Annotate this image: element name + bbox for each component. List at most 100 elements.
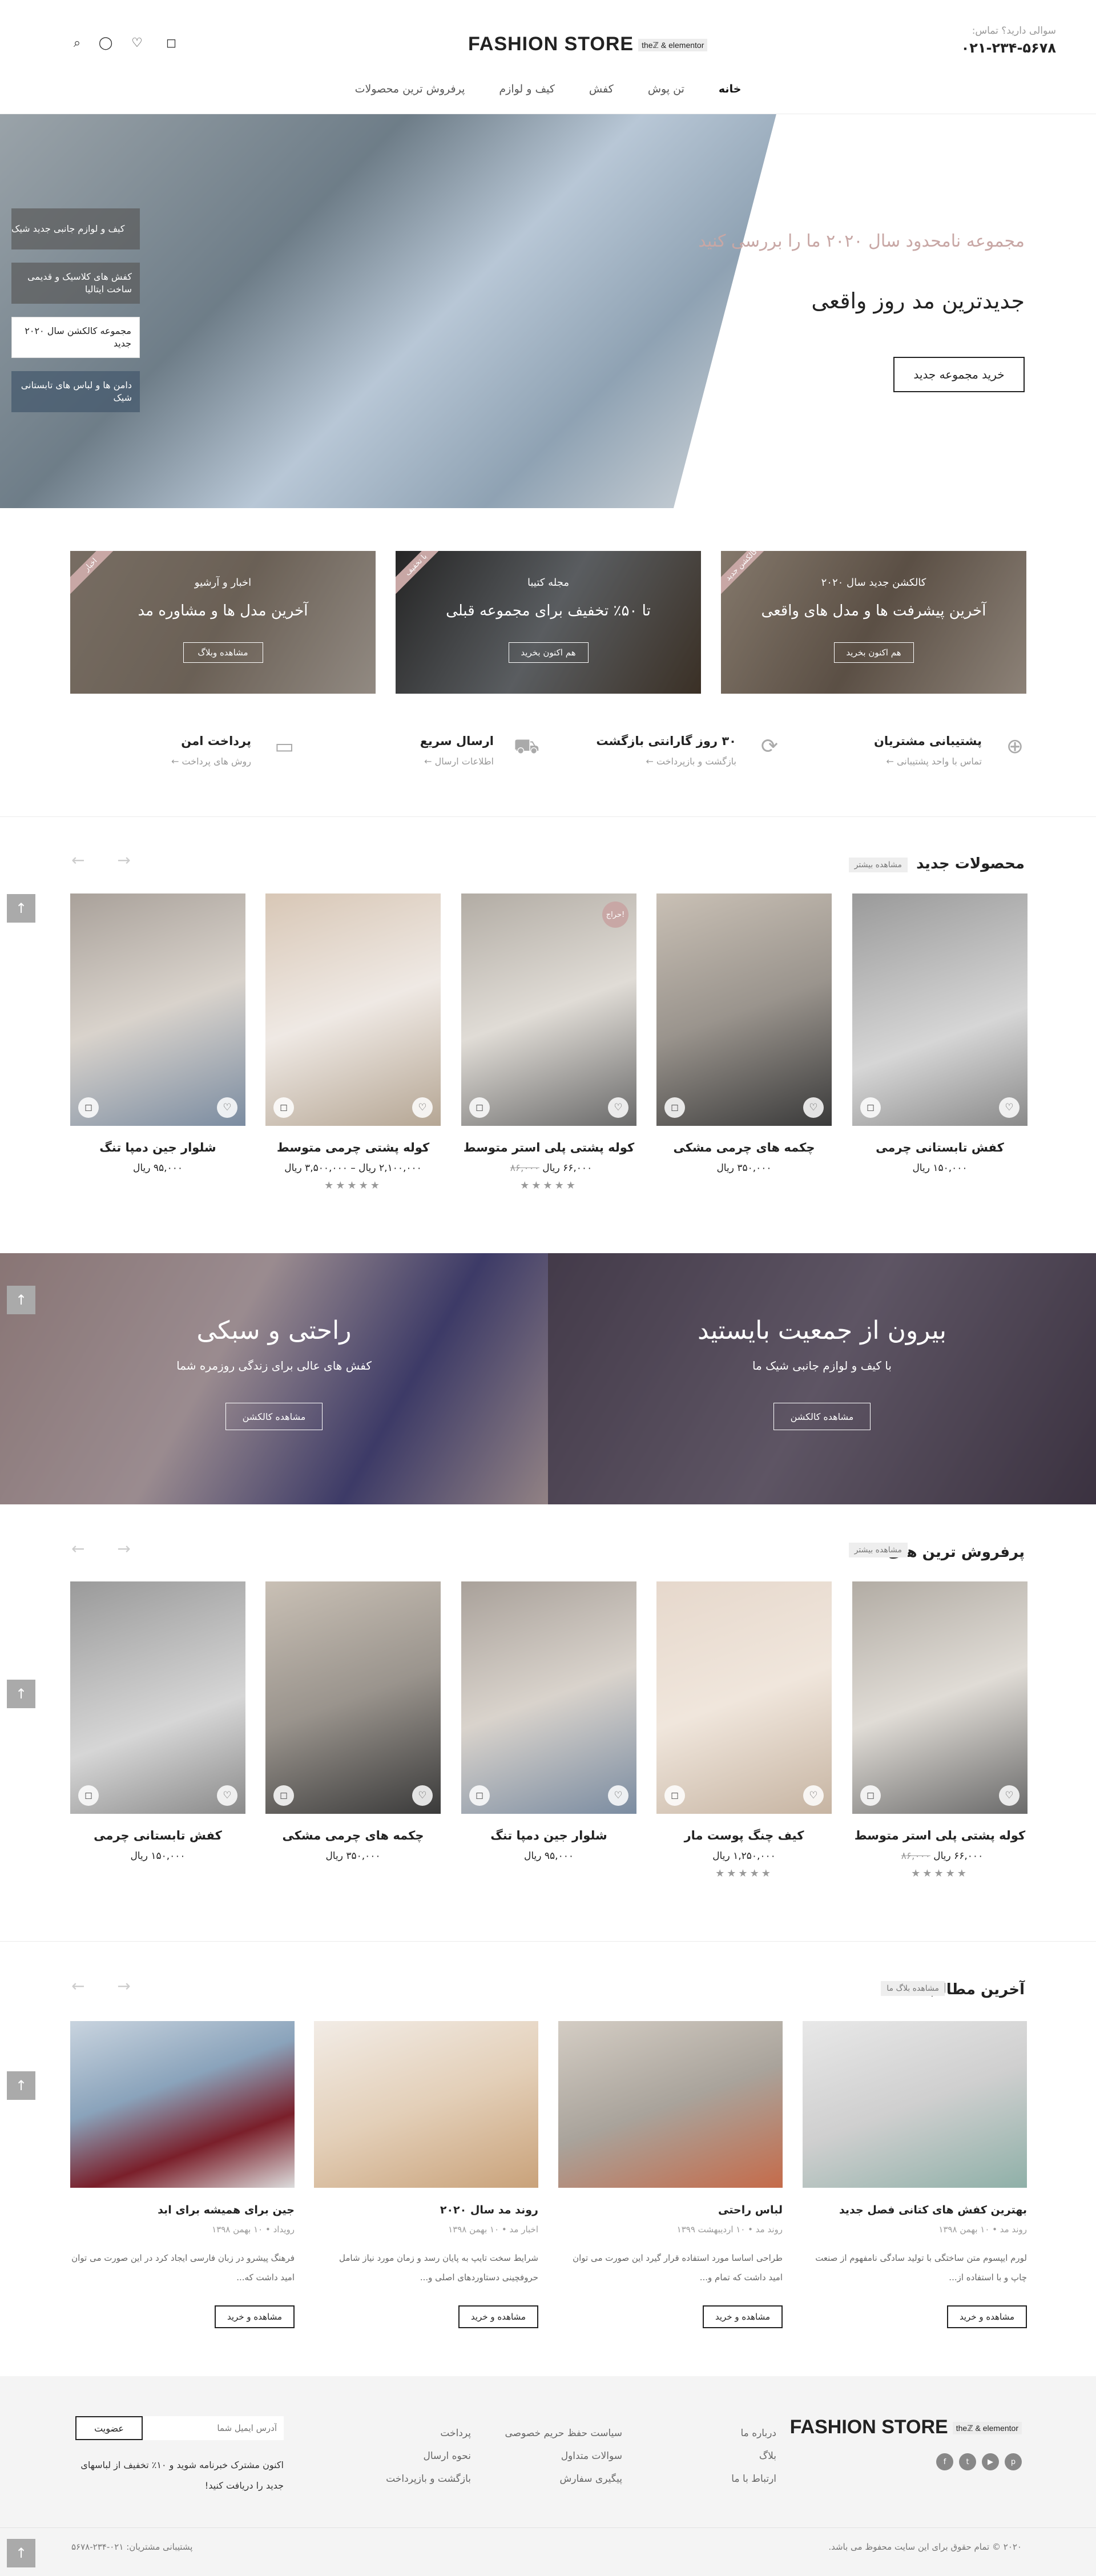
heart-icon[interactable]: ♡ [999,1785,1020,1806]
post-image[interactable] [314,2021,538,2188]
footer-link[interactable]: درباره ما [731,2422,777,2445]
footer-link[interactable]: بلاگ [731,2445,776,2468]
carousel-arrows[interactable]: ← → [71,1539,144,1558]
heart-icon[interactable]: ♡ [412,1785,433,1806]
read-more-button[interactable]: مشاهده و خرید [703,2305,783,2328]
product-name[interactable]: چکمه های چرمی مشکی [656,1141,832,1154]
product-image[interactable]: ◻ ♡ [70,1581,245,1814]
footer-link[interactable]: ارتباط با ما [731,2468,776,2490]
product-image[interactable]: ◻ ♡ [461,1581,636,1814]
product-card[interactable]: ◻ ♡ کوله پشتی پلی استر متوسط ۶۶,۰۰۰ ریال… [852,1581,1028,1879]
product-image[interactable]: ◻ ♡ [265,893,441,1126]
product-card[interactable]: ◻ ♡ چکمه های چرمی مشکی ۳۵۰,۰۰۰ ریال [265,1581,441,1862]
call-number[interactable]: ۰۲۱-۲۳۴-۵۶۷۸ [961,40,1056,56]
twitter-icon[interactable]: t [959,2453,976,2470]
post-image[interactable] [803,2021,1027,2188]
heart-icon[interactable]: ♡ [217,1785,237,1806]
search-icon[interactable]: ⌕ [66,31,88,54]
product-name[interactable]: کوله پشتی پلی استر متوسط [461,1141,636,1154]
product-name[interactable]: شلوار جین دمپا تنگ [70,1141,245,1154]
product-name[interactable]: چکمه های چرمی مشکی [265,1829,441,1842]
cart-icon[interactable]: ◻ [469,1785,490,1806]
product-card[interactable]: ◻ ♡ شلوار جین دمپا تنگ ۹۵,۰۰۰ ریال [70,893,245,1174]
heart-icon[interactable]: ♡ [803,1097,824,1118]
cart-icon[interactable]: ◻ [469,1097,490,1118]
scroll-top-button[interactable]: ↑ [7,1286,35,1314]
youtube-icon[interactable]: ▶ [982,2453,999,2470]
read-more-button[interactable]: مشاهده و خرید [947,2305,1027,2328]
slide-tab-3[interactable]: مجموعه کالکشن سال ۲۰۲۰ جدید [11,317,140,358]
cart-icon[interactable]: ◻ [860,1785,881,1806]
footer-link[interactable]: نحوه ارسال [386,2445,471,2468]
promo-card[interactable]: با تخفیف مجله کتیبا تا ۵۰٪ تخفیف برای مج… [396,551,701,694]
nav-item-shoes[interactable]: کفش [589,83,614,95]
shop-new-collection-button[interactable]: خرید مجموعه جدید [893,357,1025,392]
slide-tab-4[interactable]: دامن ها و لباس های تابستانی شیک [11,371,140,412]
cart-icon[interactable]: ◻ [664,1097,685,1118]
post-title[interactable]: بهترین کفش های کتانی فصل جدید [803,2204,1027,2216]
promo-card[interactable]: اخبار اخبار و آرشیو آخرین مدل ها و مشاور… [70,551,376,694]
product-name[interactable]: کفش تابستانی چرمی [70,1829,245,1842]
banner-button[interactable]: مشاهده کالکشن [225,1403,323,1430]
user-icon[interactable]: ◯ [94,31,117,54]
scroll-top-button[interactable]: ↑ [7,2539,35,2567]
product-card[interactable]: ◻ ♡ کوله پشتی چرمی متوسط ۲,۱۰۰,۰۰۰ ریال … [265,893,441,1192]
cart-icon[interactable]: ◻ [273,1097,294,1118]
read-more-button[interactable]: مشاهده و خرید [458,2305,538,2328]
promo-card[interactable]: کالکشن جدید کالکشن جدید سال ۲۰۲۰ آخرین پ… [721,551,1026,694]
heart-icon[interactable]: ♡ [608,1785,628,1806]
product-card[interactable]: ◻ ♡ کفش تابستانی چرمی ۱۵۰,۰۰۰ ریال [70,1581,245,1862]
cart-icon[interactable]: ◻ [273,1785,294,1806]
product-image[interactable]: ◻ ♡ [852,1581,1028,1814]
product-name[interactable]: شلوار جین دمپا تنگ [461,1829,636,1842]
scroll-top-button[interactable]: ↑ [7,2071,35,2100]
product-name[interactable]: کوله پشتی چرمی متوسط [265,1141,441,1154]
post-image[interactable] [70,2021,295,2188]
product-image[interactable]: ◻ ♡ [852,893,1028,1126]
blog-post[interactable]: بهترین کفش های کتانی فصل جدید روند مد • … [803,2021,1027,2328]
feature-link[interactable]: روش های پرداخت ← [171,756,251,767]
nav-item-bags[interactable]: کیف و لوازم [499,83,555,95]
slide-tab-1[interactable]: کیف و لوازم جانبی جدید شیک [11,208,140,249]
banner-button[interactable]: مشاهده کالکشن [773,1403,871,1430]
blog-post[interactable]: لباس راحتی روند مد • ۱۰ اردیبهشت ۱۳۹۹ طر… [558,2021,783,2328]
feature-link[interactable]: بازگشت و بازپرداخت ← [646,756,736,767]
read-more-button[interactable]: مشاهده و خرید [215,2305,295,2328]
product-image[interactable]: ◻ ♡ [656,1581,832,1814]
heart-icon[interactable]: ♡ [126,31,148,54]
product-card[interactable]: ◻ ♡ کیف چنگ پوست مار ۱,۲۵۰,۰۰۰ ریال ★★★★… [656,1581,832,1879]
promo-button[interactable]: هم اکنون بخرید [508,642,589,663]
footer-link[interactable]: سیاست حفظ حریم خصوصی [505,2422,622,2445]
promo-button[interactable]: مشاهده وبلاگ [183,642,263,663]
view-more-button[interactable]: مشاهده بیشتر [848,858,908,872]
footer-logo[interactable]: FASHION STORE theℤ & elementor [790,2416,1022,2438]
view-blog-button[interactable]: مشاهده بلاگ ما [881,1981,945,1996]
cart-icon[interactable]: ◻ [664,1785,685,1806]
product-name[interactable]: کوله پشتی پلی استر متوسط [852,1829,1028,1842]
banner-bags[interactable]: بیرون از جمعیت بایستید با کیف و لوازم جا… [548,1253,1096,1504]
scroll-top-button[interactable]: ↑ [7,1680,35,1708]
blog-post[interactable]: جین برای همیشه برای ابد رویداد • ۱۰ بهمن… [70,2021,295,2328]
bag-icon[interactable]: ◻ [160,31,183,54]
heart-icon[interactable]: ♡ [999,1097,1020,1118]
heart-icon[interactable]: ♡ [608,1097,628,1118]
post-title[interactable]: روند مد سال ۲۰۲۰ [314,2204,538,2216]
blog-post[interactable]: روند مد سال ۲۰۲۰ اخبار مد • ۱۰ بهمن ۱۳۹۸… [314,2021,538,2328]
cart-icon[interactable]: ◻ [78,1097,99,1118]
product-card[interactable]: ◻ ♡ چکمه های چرمی مشکی ۳۵۰,۰۰۰ ریال [656,893,832,1174]
nav-item-clothing[interactable]: تن پوش [648,83,684,95]
product-image[interactable]: ◻ ♡ [656,893,832,1126]
product-image[interactable]: حراج! ◻ ♡ [461,893,636,1126]
product-card[interactable]: ◻ ♡ کفش تابستانی چرمی ۱۵۰,۰۰۰ ریال [852,893,1028,1174]
scroll-top-button[interactable]: ↑ [7,894,35,923]
view-more-button[interactable]: مشاهده بیشتر [848,1543,908,1557]
banner-shoes[interactable]: راحتی و سبکی کفش های عالی برای زندگی روز… [0,1253,548,1504]
email-input[interactable] [143,2416,284,2440]
product-image[interactable]: ◻ ♡ [265,1581,441,1814]
carousel-arrows[interactable]: ← → [71,1977,144,1995]
footer-link[interactable]: سوالات متداول [505,2445,622,2468]
footer-link[interactable]: پیگیری سفارش [505,2468,622,2490]
nav-item-bestsellers[interactable]: پرفروش ترین محصولات [355,83,465,95]
product-name[interactable]: کفش تابستانی چرمی [852,1141,1028,1154]
footer-link[interactable]: بازگشت و بازپرداخت [386,2468,471,2490]
